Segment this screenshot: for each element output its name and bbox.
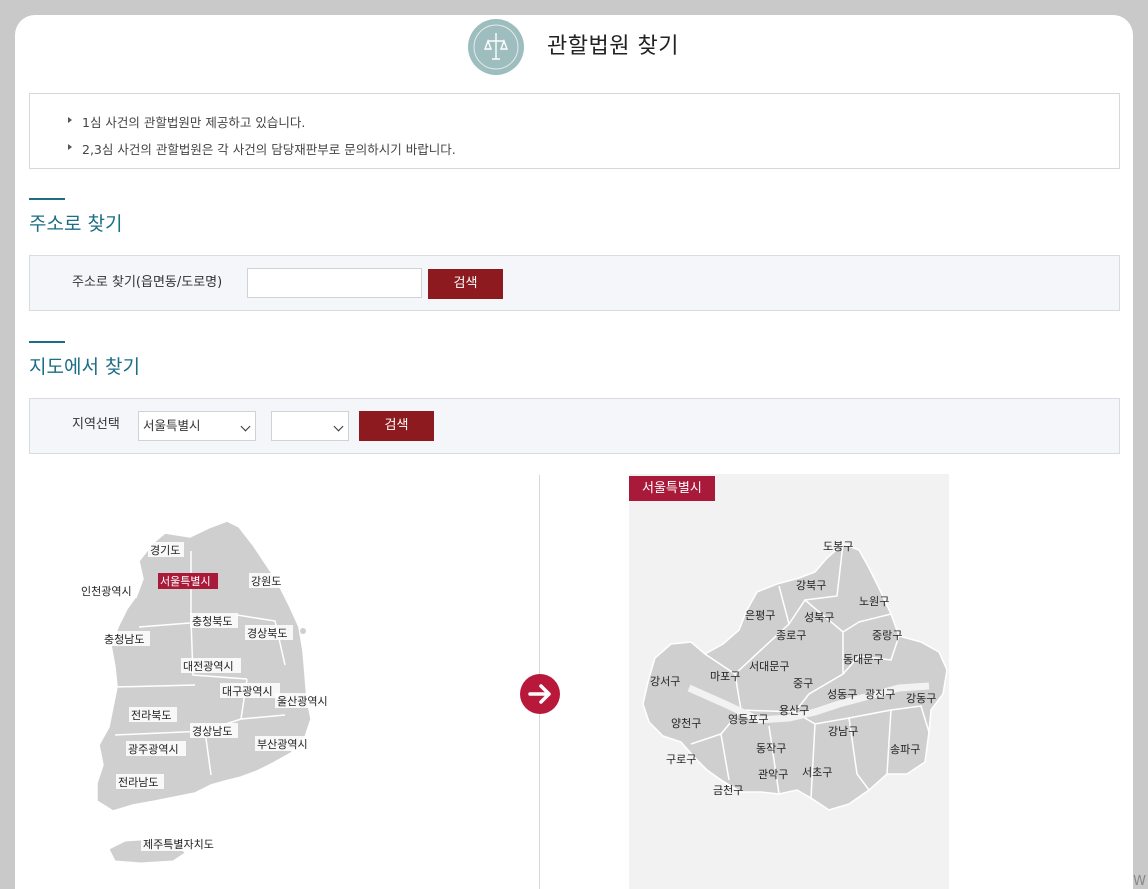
district-label: 서초구 — [802, 766, 832, 779]
district-label: 관악구 — [758, 768, 788, 781]
seoul-map-panel: 서울특별시 도봉구 강북구 노원구 은평구 성북구 종로구 중랑구 동대문구 서… — [629, 474, 949, 889]
korea-map: 경기도 서울특별시 인천광역시 강원도 충청북도 충청남도 경상북도 대전광역시… — [79, 520, 335, 864]
district-label: 성북구 — [804, 611, 834, 624]
corner-text: W — [1133, 874, 1146, 889]
region-label: 제주특별자치도 — [143, 838, 214, 851]
district-label: 은평구 — [745, 609, 775, 622]
district-label: 강서구 — [650, 675, 680, 688]
region-label: 전라북도 — [131, 709, 171, 722]
region-label: 충청남도 — [104, 633, 144, 646]
district-label: 도봉구 — [823, 540, 853, 553]
district-label: 중구 — [793, 677, 813, 690]
region-label: 광주광역시 — [128, 743, 179, 756]
district-label: 중랑구 — [872, 629, 902, 642]
region-label: 경상남도 — [192, 725, 232, 738]
ulleung-shape — [300, 628, 306, 634]
region-label: 경기도 — [150, 544, 180, 557]
region-label: 울산광역시 — [277, 695, 328, 708]
district-label: 영등포구 — [728, 713, 768, 726]
region-label: 전라남도 — [118, 776, 158, 789]
district-label: 송파구 — [890, 743, 920, 756]
court-finder-panel: 관할법원 찾기 1심 사건의 관할법원만 제공하고 있습니다. 2,3심 사건의… — [15, 15, 1133, 889]
arrow-right-icon[interactable] — [520, 674, 560, 714]
region-label: 부산광역시 — [257, 738, 308, 751]
district-label: 서대문구 — [749, 660, 789, 673]
region-label: 경상북도 — [247, 627, 287, 640]
district-label: 마포구 — [710, 670, 740, 683]
district-label: 양천구 — [671, 716, 701, 730]
district-label: 종로구 — [776, 629, 806, 642]
district-label: 성동구 — [827, 688, 857, 701]
district-label: 구로구 — [666, 753, 696, 766]
district-label: 동작구 — [756, 742, 786, 755]
region-label-selected: 서울특별시 — [160, 575, 211, 588]
district-label: 강북구 — [796, 579, 826, 592]
region-label: 강원도 — [251, 575, 281, 588]
district-label: 강남구 — [828, 725, 858, 738]
region-label: 대전광역시 — [183, 660, 234, 673]
district-label: 금천구 — [713, 783, 743, 797]
page-title: 관할법원 찾기 — [547, 34, 679, 59]
region-label: 인천광역시 — [81, 584, 132, 598]
district-label: 동대문구 — [843, 653, 883, 666]
district-label: 용산구 — [779, 704, 809, 717]
seoul-map: 도봉구 강북구 노원구 은평구 성북구 종로구 중랑구 동대문구 서대문구 강서… — [642, 540, 948, 811]
district-label: 강동구 — [906, 692, 936, 705]
region-label: 충청북도 — [192, 615, 232, 628]
district-label: 광진구 — [865, 688, 895, 701]
district-label: 노원구 — [859, 595, 889, 608]
region-label: 대구광역시 — [222, 685, 273, 698]
